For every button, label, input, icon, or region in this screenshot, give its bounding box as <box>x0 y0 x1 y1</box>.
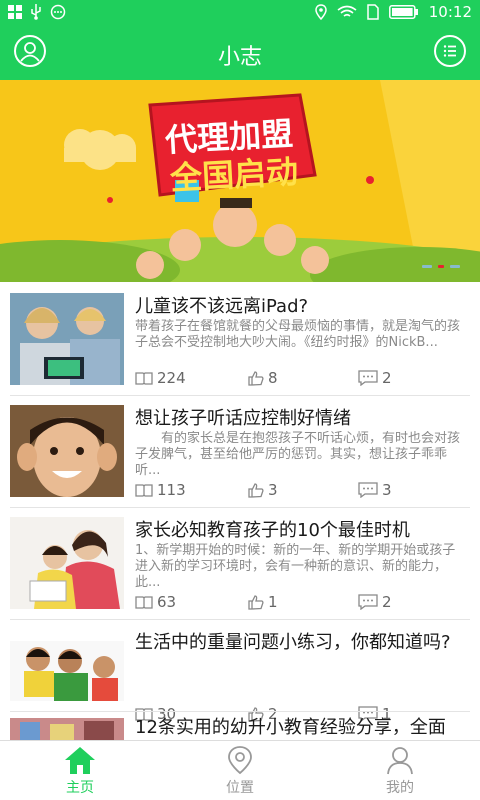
like-count[interactable]: 1 <box>248 593 278 611</box>
list-menu-icon <box>443 45 456 57</box>
book-icon <box>135 372 153 385</box>
thumbs-up-icon <box>248 483 264 498</box>
article-title: 生活中的重量问题小练习，你都知道吗? <box>135 632 451 653</box>
banner-line-2: 全国启动 <box>169 152 300 198</box>
like-count[interactable]: 8 <box>248 369 278 387</box>
bottom-tab-bar: 主页 位置 我的 <box>0 740 480 800</box>
comment-count[interactable]: 3 <box>358 481 392 499</box>
article-summary: 1、新学期开始的时候：新的一年、新的学期开始或孩子进入新的学习环境时，会有一种新… <box>135 543 456 590</box>
book-icon <box>135 484 153 497</box>
chat-bubble-icon <box>50 4 66 20</box>
location-pin-icon <box>315 4 327 20</box>
tab-profile[interactable]: 我的 <box>360 745 440 797</box>
battery-icon <box>388 5 418 19</box>
article-title: 想让孩子听话应控制好情绪 <box>135 408 351 429</box>
home-icon <box>65 747 95 774</box>
promo-banner[interactable]: 代理加盟 全国启动 <box>0 80 480 282</box>
menu-button[interactable] <box>434 35 466 67</box>
person-icon <box>387 747 413 775</box>
tab-home[interactable]: 主页 <box>40 745 120 797</box>
article-thumbnail <box>10 629 124 721</box>
view-count: 113 <box>135 481 186 499</box>
tab-location-label: 位置 <box>226 780 254 796</box>
like-count[interactable]: 3 <box>248 481 278 499</box>
list-item[interactable]: 家长必知教育孩子的10个最佳时机 1、新学期开始的时候：新的一年、新的学期开始或… <box>0 506 480 619</box>
tab-profile-label: 我的 <box>386 780 414 796</box>
article-list: 儿童该不该远离iPad? 带着孩子在餐馆就餐的父母最烦恼的事情，就是淘气的孩子总… <box>0 282 480 740</box>
article-summary: 有的家长总是在抱怨孩子不听话心烦，有时也会对孩子发脾气，甚至给他严厉的惩罚。其实… <box>135 431 461 478</box>
app-bar: 小志 <box>0 26 480 80</box>
wifi-icon <box>337 5 357 17</box>
apps-icon <box>8 5 22 19</box>
article-thumbnail <box>10 517 124 609</box>
comment-icon <box>358 482 378 498</box>
article-title: 儿童该不该远离iPad? <box>135 296 309 317</box>
comment-icon <box>358 370 378 386</box>
comment-count[interactable]: 2 <box>358 593 392 611</box>
thumbs-up-icon <box>248 371 264 386</box>
usb-icon <box>31 4 41 20</box>
carousel-indicator <box>422 265 460 268</box>
comment-icon <box>358 594 378 610</box>
tab-location[interactable]: 位置 <box>200 745 280 797</box>
view-count: 63 <box>135 593 176 611</box>
view-count: 224 <box>135 369 186 387</box>
article-thumbnail <box>10 405 124 497</box>
book-icon <box>135 596 153 609</box>
list-item[interactable]: 12条实用的幼升小教育经验分享，全面 <box>0 710 480 740</box>
tab-home-label: 主页 <box>66 780 94 796</box>
article-title: 12条实用的幼升小教育经验分享，全面 <box>135 717 446 738</box>
location-icon <box>228 746 252 775</box>
sim-card-icon <box>367 4 379 20</box>
article-thumbnail <box>10 718 124 740</box>
article-title: 家长必知教育孩子的10个最佳时机 <box>135 520 410 541</box>
article-summary: 带着孩子在餐馆就餐的父母最烦恼的事情，就是淘气的孩子总会不受控制地大吵大闹。《纽… <box>135 319 461 350</box>
clock: 10:12 <box>428 3 472 21</box>
status-bar: 10:12 <box>0 0 480 26</box>
comment-count[interactable]: 2 <box>358 369 392 387</box>
app-title: 小志 <box>217 45 262 70</box>
thumbs-up-icon <box>248 595 264 610</box>
article-thumbnail <box>10 293 124 385</box>
list-item[interactable]: 想让孩子听话应控制好情绪 有的家长总是在抱怨孩子不听话心烦，有时也会对孩子发脾气… <box>0 394 480 507</box>
list-item[interactable]: 儿童该不该远离iPad? 带着孩子在餐馆就餐的父母最烦恼的事情，就是淘气的孩子总… <box>0 282 480 395</box>
